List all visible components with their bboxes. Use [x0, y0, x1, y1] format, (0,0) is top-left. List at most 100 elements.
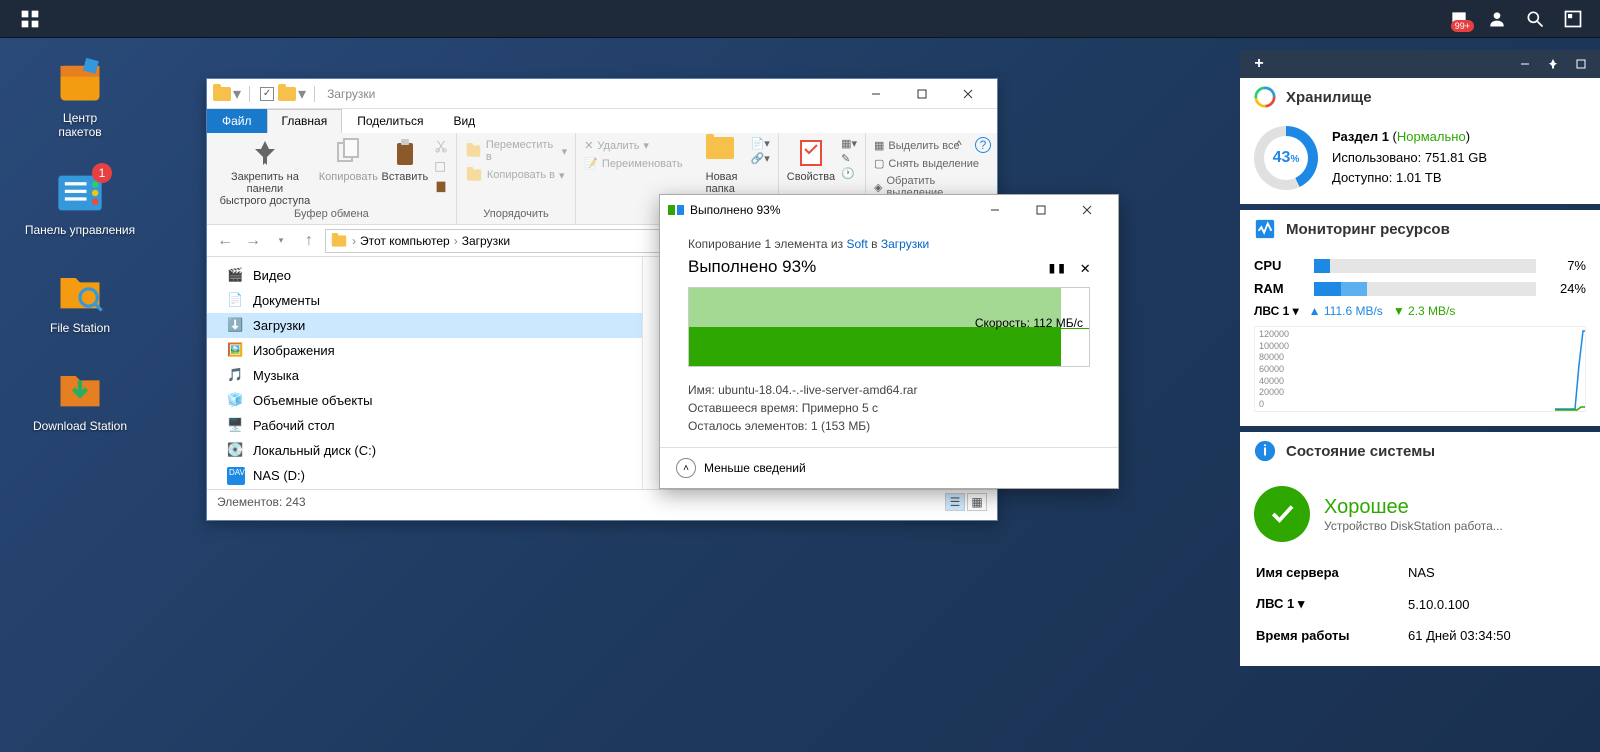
- tab-share[interactable]: Поделиться: [342, 109, 438, 133]
- close-button[interactable]: [945, 79, 991, 109]
- net-interface-select[interactable]: ЛВС 1 ▾: [1254, 304, 1299, 318]
- table-row: Имя сервераNAS: [1256, 558, 1511, 587]
- copy-button[interactable]: Копировать: [321, 137, 376, 183]
- pause-button[interactable]: ▮▮: [1047, 258, 1066, 277]
- status-bar: Элементов: 243 ☰ ▦: [207, 489, 997, 513]
- desktop-icon-file-station[interactable]: File Station: [20, 265, 140, 335]
- panel-minimize-button[interactable]: [1512, 53, 1538, 75]
- view-details-button[interactable]: ☰: [945, 493, 965, 511]
- edit-button[interactable]: ✎: [841, 152, 857, 165]
- window-title: Загрузки: [327, 87, 375, 101]
- copy-path-button[interactable]: [434, 157, 448, 175]
- collapse-ribbon-icon[interactable]: ^: [951, 137, 967, 153]
- health-status: Хорошее: [1324, 496, 1503, 519]
- resource-monitor-widget: Мониторинг ресурсов CPU 7% RAM 24% ЛВС 1…: [1240, 210, 1600, 426]
- folder-icon: [213, 87, 231, 101]
- copy-details: Имя: ubuntu-18.04.-.-live-server-amd64.r…: [688, 381, 1090, 435]
- check-icon: [1254, 486, 1310, 542]
- dialog-title: Выполнено 93%: [690, 203, 781, 217]
- source-link[interactable]: Soft: [846, 237, 867, 251]
- move-to-button[interactable]: Переместить в ▾: [465, 137, 567, 165]
- copy-description: Копирование 1 элемента из Soft в Загрузк…: [688, 237, 1090, 251]
- tree-item[interactable]: ⬇️Загрузки: [207, 313, 642, 338]
- help-icon[interactable]: ?: [975, 137, 991, 153]
- checkbox-icon[interactable]: ✓: [260, 87, 274, 101]
- copy-progress-dialog: Выполнено 93% Копирование 1 элемента из …: [659, 194, 1119, 489]
- usage-gauge: 43%: [1254, 126, 1318, 190]
- widget-title: Мониторинг ресурсов: [1286, 221, 1450, 238]
- less-details-button[interactable]: ˄ Меньше сведений: [660, 447, 1118, 488]
- network-graph: 120000 100000 80000 60000 40000 20000 0: [1254, 326, 1586, 412]
- open-button[interactable]: ▦▾: [841, 137, 857, 150]
- tree-item[interactable]: 🧊Объемные объекты: [207, 388, 642, 413]
- tree-item[interactable]: 🎬Видео: [207, 263, 642, 288]
- storage-widget: Хранилище 43% Раздел 1 (Нормально) Испол…: [1240, 78, 1600, 204]
- health-subtext: Устройство DiskStation работа...: [1324, 519, 1503, 533]
- select-none-button[interactable]: ▢ Снять выделение: [874, 155, 989, 172]
- notif-badge: 99+: [1451, 20, 1474, 32]
- desktop-icon-download-station[interactable]: Download Station: [20, 363, 140, 433]
- system-health-widget: i Состояние системы Хорошее Устройство D…: [1240, 432, 1600, 666]
- minimize-button[interactable]: [972, 195, 1018, 225]
- pin-button[interactable]: Закрепить на панели быстрого доступа: [215, 137, 315, 207]
- new-item-button[interactable]: 📄▾: [751, 137, 770, 150]
- apps-menu-button[interactable]: [10, 0, 50, 38]
- explorer-titlebar[interactable]: ▾ ✓ ▾ Загрузки: [207, 79, 997, 109]
- top-taskbar: 99+: [0, 0, 1600, 38]
- view-icons-button[interactable]: ▦: [967, 493, 987, 511]
- recent-button[interactable]: ▾: [269, 229, 293, 253]
- speed-graph: Скорость: 112 МБ/с: [688, 287, 1090, 367]
- tree-item[interactable]: 📄Документы: [207, 288, 642, 313]
- table-row: ЛВС 1 ▾5.10.0.100: [1256, 589, 1511, 619]
- back-button[interactable]: ←: [213, 229, 237, 253]
- tab-file[interactable]: Файл: [207, 109, 267, 133]
- add-widget-button[interactable]: +: [1246, 53, 1272, 75]
- cpu-bar: [1314, 259, 1536, 273]
- cut-button[interactable]: [434, 137, 448, 155]
- widgets-icon[interactable]: [1556, 2, 1590, 36]
- tree-item[interactable]: 💽Локальный диск (C:): [207, 438, 642, 463]
- properties-button[interactable]: Свойства: [787, 137, 835, 183]
- paste-shortcut-button[interactable]: [434, 177, 448, 195]
- rename-button[interactable]: 📝 Переименовать: [584, 155, 682, 172]
- easy-access-button[interactable]: 🔗▾: [751, 152, 770, 165]
- history-button[interactable]: 🕐: [841, 167, 857, 180]
- speed-label: Скорость: 112 МБ/с: [975, 316, 1083, 330]
- tab-view[interactable]: Вид: [438, 109, 490, 133]
- desktop-icon-control-panel[interactable]: 1 Панель управления: [20, 167, 140, 237]
- storage-icon: [1254, 86, 1276, 108]
- panel-maximize-button[interactable]: [1568, 53, 1594, 75]
- panel-pin-button[interactable]: [1540, 53, 1566, 75]
- maximize-button[interactable]: [899, 79, 945, 109]
- tree-item[interactable]: 🖥️Рабочий стол: [207, 413, 642, 438]
- dest-link[interactable]: Загрузки: [881, 237, 929, 251]
- widget-panel: + Хранилище 43% Раздел 1 (Нормально) Исп…: [1240, 50, 1600, 752]
- cancel-button[interactable]: ✕: [1080, 258, 1090, 277]
- forward-button[interactable]: →: [241, 229, 265, 253]
- dropdown-icon[interactable]: ▾: [1298, 596, 1305, 611]
- paste-button[interactable]: Вставить: [382, 137, 428, 183]
- svg-text:i: i: [1263, 444, 1267, 460]
- up-button[interactable]: ↑: [297, 229, 321, 253]
- copy-icon: [668, 203, 684, 217]
- tree-item[interactable]: 🖼️Изображения: [207, 338, 642, 363]
- copy-to-button[interactable]: Копировать в ▾: [465, 166, 567, 184]
- maximize-button[interactable]: [1018, 195, 1064, 225]
- delete-button[interactable]: ✕ Удалить ▾: [584, 137, 682, 154]
- monitor-icon: [1254, 218, 1276, 240]
- storage-info: Раздел 1 (Нормально) Использовано: 751.8…: [1332, 127, 1487, 189]
- minimize-button[interactable]: [853, 79, 899, 109]
- item-count: Элементов: 243: [217, 495, 306, 509]
- table-row: Время работы61 Дней 03:34:50: [1256, 621, 1511, 650]
- tab-home[interactable]: Главная: [267, 109, 343, 133]
- badge: 1: [92, 163, 112, 183]
- chat-icon[interactable]: 99+: [1442, 2, 1476, 36]
- desktop-icon-package-center[interactable]: Центр пакетов: [20, 55, 140, 139]
- user-icon[interactable]: [1480, 2, 1514, 36]
- tree-item[interactable]: DAVNAS (D:): [207, 463, 642, 488]
- close-button[interactable]: [1064, 195, 1110, 225]
- new-folder-button[interactable]: Новая папка: [699, 137, 745, 195]
- dialog-titlebar[interactable]: Выполнено 93%: [660, 195, 1118, 225]
- search-icon[interactable]: [1518, 2, 1552, 36]
- tree-item[interactable]: 🎵Музыка: [207, 363, 642, 388]
